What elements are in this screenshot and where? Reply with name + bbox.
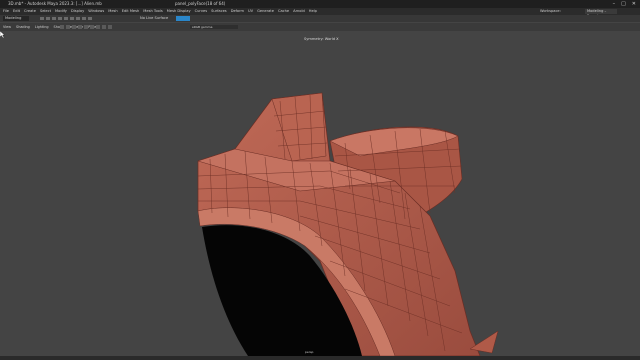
menu-item-surfaces[interactable]: Surfaces — [211, 8, 227, 15]
maximize-icon[interactable]: □ — [621, 1, 626, 7]
menu-item-mesh-display[interactable]: Mesh Display — [167, 8, 191, 15]
menu-item-deform[interactable]: Deform — [231, 8, 244, 15]
panel-menu-view[interactable]: View — [3, 23, 11, 31]
menu-item-mesh-tools[interactable]: Mesh Tools — [143, 8, 162, 15]
menu-item-file[interactable]: File — [3, 8, 9, 15]
menu-items: File Edit Create Select Modify Display Windows… — [3, 8, 317, 15]
history-icon[interactable] — [82, 17, 86, 20]
move-tool-icon[interactable] — [46, 17, 50, 20]
workspace-dropdown[interactable]: Modeling – Expert — [585, 9, 617, 18]
file-path: panel_polyFace(18 of 64) — [175, 1, 226, 6]
panel-tools — [60, 25, 112, 29]
viewport-3d[interactable]: Symmetry: World X persp — [0, 31, 640, 356]
window-title: 3D.mb* - Autodesk Maya 2023.3: [...] Ali… — [8, 1, 102, 6]
menu-item-edit-mesh[interactable]: Edit Mesh — [122, 8, 140, 15]
menu-item-create[interactable]: Create — [24, 8, 36, 15]
select-tool-icon[interactable] — [40, 17, 44, 20]
isolate-icon[interactable] — [108, 25, 112, 29]
wireframe-icon[interactable] — [72, 25, 76, 29]
menu-item-cache[interactable]: Cache — [278, 8, 289, 15]
render-icon[interactable] — [88, 17, 92, 20]
menu-item-curves[interactable]: Curves — [195, 8, 207, 15]
snap-grid-icon[interactable] — [64, 17, 68, 20]
camera-name-label: persp — [305, 350, 314, 354]
color-management-dropdown[interactable]: sRGB gamma — [190, 25, 238, 29]
menu-item-mesh[interactable]: Mesh — [108, 8, 117, 15]
xray-icon[interactable] — [102, 25, 106, 29]
menu-item-uv[interactable]: UV — [248, 8, 253, 15]
scale-tool-icon[interactable] — [58, 17, 62, 20]
menu-item-generate[interactable]: Generate — [257, 8, 274, 15]
textured-icon[interactable] — [84, 25, 88, 29]
mesh-render — [197, 92, 499, 356]
menu-item-edit[interactable]: Edit — [13, 8, 20, 15]
menu-item-arnold[interactable]: Arnold — [293, 8, 305, 15]
menu-item-windows[interactable]: Windows — [88, 8, 104, 15]
title-bar: 3D.mb* - Autodesk Maya 2023.3: [...] Ali… — [0, 0, 640, 8]
status-line: Modeling No Live Surface — [0, 15, 640, 22]
snap-curve-icon[interactable] — [70, 17, 74, 20]
viewport-label: Symmetry: World X — [304, 37, 339, 41]
workspace-label: Workspace: — [540, 9, 561, 13]
grid-icon[interactable] — [66, 25, 70, 29]
snap-point-icon[interactable] — [76, 17, 80, 20]
camera-icon[interactable] — [60, 25, 64, 29]
menu-item-modify[interactable]: Modify — [55, 8, 67, 15]
menu-set-dropdown[interactable]: Modeling — [3, 16, 29, 21]
symmetry-field[interactable] — [176, 16, 190, 21]
panel-toolbar: ViewShadingLightingShowRendererPanels sR… — [0, 23, 640, 31]
live-surface-label: No Live Surface — [140, 16, 169, 20]
lights-icon[interactable] — [90, 25, 94, 29]
main-menu-bar: File Edit Create Select Modify Display Windows… — [0, 8, 640, 18]
rotate-tool-icon[interactable] — [52, 17, 56, 20]
bottom-bar — [0, 356, 640, 360]
shadows-icon[interactable] — [96, 25, 100, 29]
close-icon[interactable]: ✕ — [632, 1, 636, 7]
mouse-cursor-icon — [0, 31, 5, 38]
menu-item-display[interactable]: Display — [71, 8, 84, 15]
status-icons — [40, 17, 92, 20]
panel-menu-shading[interactable]: Shading — [16, 23, 30, 31]
panel-menu-lighting[interactable]: Lighting — [35, 23, 49, 31]
smooth-shade-icon[interactable] — [78, 25, 82, 29]
minimize-icon[interactable]: – — [613, 1, 616, 7]
menu-item-select[interactable]: Select — [40, 8, 51, 15]
menu-item-help[interactable]: Help — [309, 8, 317, 15]
